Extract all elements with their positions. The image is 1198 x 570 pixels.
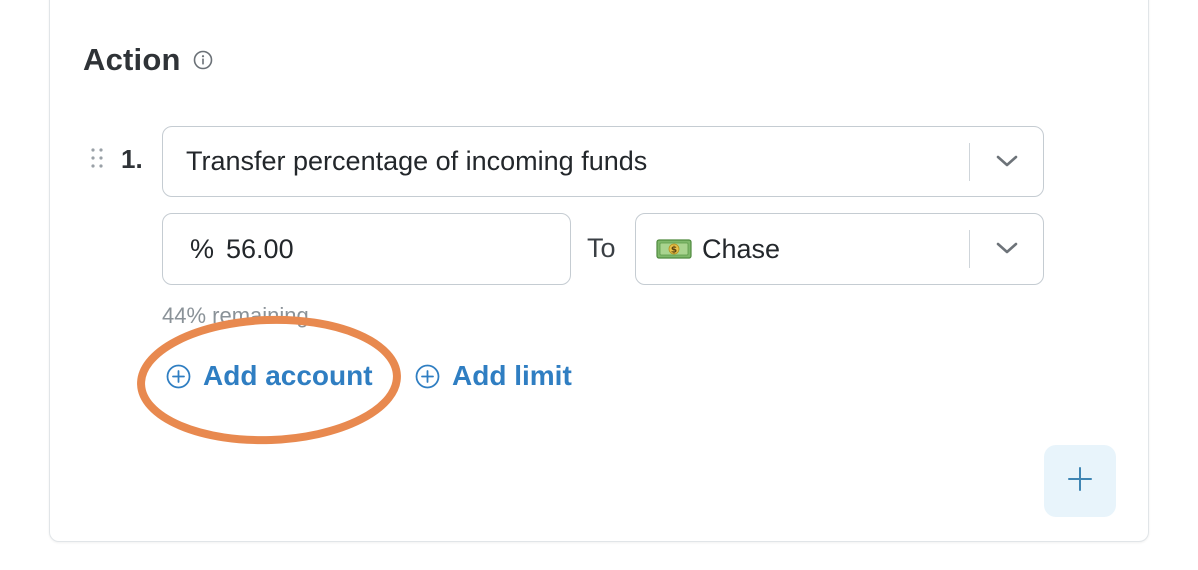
chevron-down-icon[interactable] — [995, 153, 1019, 169]
remaining-text: 44% remaining — [162, 303, 309, 328]
chevron-down-icon[interactable] — [995, 240, 1019, 256]
action-type-value: Transfer percentage of incoming funds — [186, 146, 648, 176]
percentage-value: 56.00 — [226, 233, 294, 264]
percent-prefix: % — [190, 233, 215, 264]
select-divider — [968, 230, 970, 268]
money-bag-icon: $ — [656, 237, 692, 261]
action-type-select[interactable]: Transfer percentage of incoming funds — [162, 126, 1044, 197]
drag-handle-icon[interactable] — [89, 147, 105, 169]
section-title: Action — [83, 42, 181, 77]
plus-circle-icon — [415, 364, 440, 389]
percentage-input[interactable]: % 56.00 — [162, 213, 571, 285]
account-name: Chase — [702, 233, 781, 264]
step-number: 1. — [121, 144, 143, 174]
svg-text:$: $ — [671, 246, 677, 256]
add-action-button[interactable] — [1044, 445, 1116, 517]
plus-icon — [1067, 466, 1093, 497]
to-label: To — [587, 233, 616, 263]
select-divider — [968, 143, 970, 181]
add-limit-label: Add limit — [452, 360, 572, 391]
plus-circle-icon — [166, 364, 191, 389]
account-select[interactable]: $ Chase — [635, 213, 1044, 285]
section-header: Action — [83, 42, 213, 78]
add-account-button[interactable]: Add account — [166, 360, 373, 392]
add-account-label: Add account — [203, 360, 373, 391]
add-limit-button[interactable]: Add limit — [415, 360, 572, 392]
account-select-value: $ Chase — [656, 214, 780, 284]
info-icon[interactable] — [193, 50, 213, 70]
